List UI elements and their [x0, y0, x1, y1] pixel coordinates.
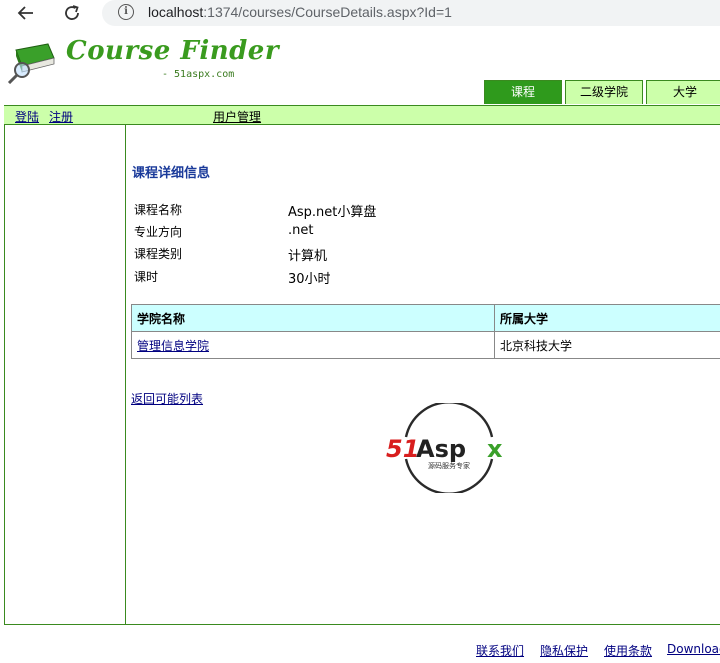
table-row: 管理信息学院 北京科技大学 [131, 331, 720, 359]
browser-toolbar: i localhost:1374/courses/CourseDetails.a… [0, 0, 720, 28]
tab-universities[interactable]: 大学 [646, 80, 720, 104]
51aspx-watermark-logo: 51 Asp x 源码服务专家 [386, 403, 503, 493]
table-header-row: 学院名称 所属大学 [131, 304, 720, 332]
detail-label: 专业方向 [134, 225, 183, 239]
page: Course Finder - 51aspx.com 课程 二级学院 大学 登陆… [4, 30, 720, 663]
detail-label: 课程名称 [134, 203, 183, 217]
college-cell: 管理信息学院 [131, 331, 495, 359]
arrow-left-icon[interactable] [14, 2, 38, 24]
top-nav-bar: 登陆 注册 用户管理 [4, 105, 720, 125]
contact-link[interactable]: 联系我们 [476, 642, 524, 659]
college-link[interactable]: 管理信息学院 [137, 339, 209, 353]
tab-courses[interactable]: 课程 [484, 80, 562, 104]
detail-value: Asp.net小算盘 [288, 205, 377, 220]
tab-colleges[interactable]: 二级学院 [565, 80, 643, 104]
page-title: 课程详细信息 [132, 166, 211, 181]
info-icon[interactable]: i [118, 4, 134, 20]
detail-label: 课程类别 [134, 247, 183, 261]
detail-value: 30小时 [288, 272, 331, 287]
logo: Course Finder - 51aspx.com [6, 36, 279, 84]
url-text[interactable]: localhost:1374/courses/CourseDetails.asp… [148, 4, 452, 20]
user-management-link[interactable]: 用户管理 [213, 108, 261, 125]
detail-value: .net [288, 223, 314, 238]
sidebar [4, 125, 126, 625]
address-bar[interactable]: i localhost:1374/courses/CourseDetails.a… [102, 0, 720, 26]
book-magnifier-icon [7, 43, 55, 84]
back-to-list-link[interactable]: 返回可能列表 [131, 390, 203, 407]
column-header-university: 所属大学 [494, 304, 720, 332]
logo-title: Course Finder [66, 36, 280, 66]
register-link[interactable]: 注册 [49, 108, 73, 125]
privacy-link[interactable]: 隐私保护 [540, 642, 588, 659]
footer: 联系我们 隐私保护 使用条款 Download [4, 640, 720, 660]
college-table: 学院名称 所属大学 管理信息学院 北京科技大学 [131, 304, 720, 359]
detail-value: 计算机 [288, 249, 328, 264]
terms-link[interactable]: 使用条款 [604, 642, 652, 659]
reload-icon[interactable] [60, 2, 84, 24]
column-header-college: 学院名称 [131, 304, 495, 332]
main-content: 课程详细信息 课程名称 Asp.net小算盘 专业方向 .net 课程类别 计算… [126, 125, 720, 625]
university-cell: 北京科技大学 [494, 331, 720, 359]
watermark-brand-red: 51 [386, 435, 419, 463]
logo-subtitle: - 51aspx.com [162, 69, 235, 80]
main-tabs: 课程 二级学院 大学 [484, 80, 720, 104]
login-link[interactable]: 登陆 [15, 108, 39, 125]
watermark-brand-green: x [487, 435, 503, 463]
detail-label: 课时 [134, 270, 159, 284]
watermark-brand-dark: Asp [416, 435, 466, 463]
download-link[interactable]: Download [667, 642, 720, 656]
watermark-tagline: 源码服务专家 [428, 461, 470, 470]
